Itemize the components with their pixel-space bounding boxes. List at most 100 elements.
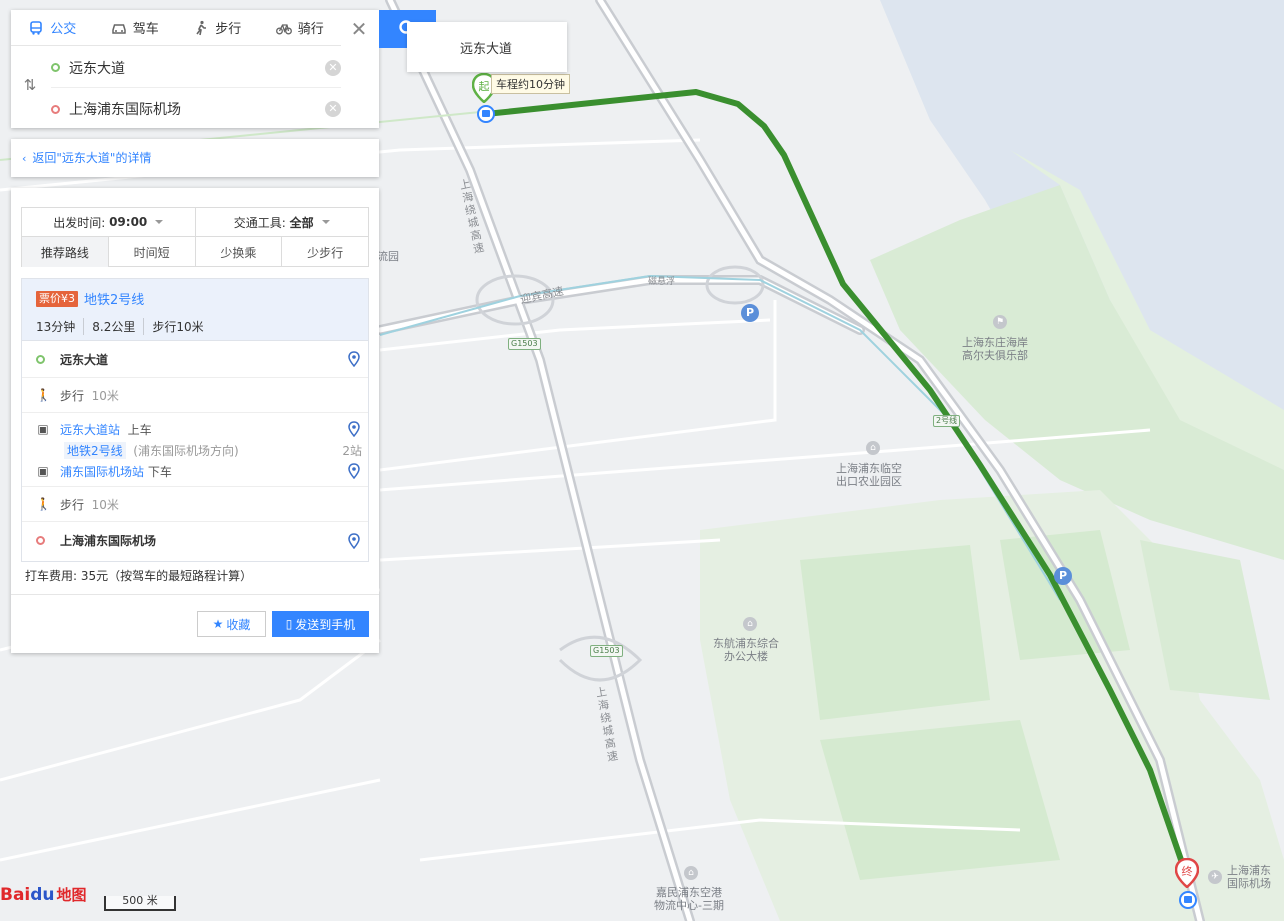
step-origin: 远东大道 xyxy=(22,341,368,378)
line-name: 地铁2号线 xyxy=(84,293,145,308)
swap-icon[interactable]: ⇅ xyxy=(21,76,39,94)
start-station-icon[interactable] xyxy=(477,105,495,123)
road-label: 磁悬浮 xyxy=(648,277,676,287)
line-tag[interactable]: 地铁2号线 xyxy=(64,441,126,459)
depart-label: 出发时间: xyxy=(53,215,106,230)
end-station-icon[interactable] xyxy=(1179,891,1197,909)
route-stats: 13分钟 8.2公里 步行10米 xyxy=(36,318,368,335)
office-poi-icon: ⌂ xyxy=(743,617,757,631)
sort-least-walking[interactable]: 少步行 xyxy=(281,237,368,267)
alight-station[interactable]: 浦东国际机场站 xyxy=(60,463,144,480)
walk-icon xyxy=(196,20,207,35)
tab-car[interactable]: 驾车 xyxy=(94,10,177,45)
logo-text: du xyxy=(30,885,55,905)
walk-icon: 🚶 xyxy=(36,497,51,511)
clear-start-icon[interactable]: ✕ xyxy=(325,59,341,76)
map-poi-label: 上海浦东临空 出口农业园区 xyxy=(836,462,902,488)
route-distance: 8.2公里 xyxy=(83,318,135,335)
sort-fewest-transfers[interactable]: 少换乘 xyxy=(194,237,282,267)
location-pin-icon[interactable] xyxy=(348,463,360,479)
send-to-phone-button[interactable]: ▯ 发送到手机 xyxy=(272,611,369,637)
end-input-row: ✕ xyxy=(51,89,341,129)
chevron-down-icon xyxy=(321,220,330,224)
chevron-down-icon xyxy=(155,220,164,224)
start-marker-text: 起 xyxy=(479,80,490,93)
transport-value: 全部 xyxy=(289,215,314,230)
walk-icon: 🚶 xyxy=(36,388,51,402)
parking-icon[interactable]: P xyxy=(1054,567,1072,585)
highway-shield: G1503 xyxy=(508,338,541,350)
board-action: 上车 xyxy=(127,422,152,437)
tab-label: 公交 xyxy=(50,22,77,37)
favorite-label: 收藏 xyxy=(226,617,251,632)
end-marker-text: 终 xyxy=(1182,864,1193,878)
baidu-map-logo: Bai du 地图 xyxy=(0,884,87,905)
bus-icon xyxy=(30,20,43,35)
phone-icon: ▯ xyxy=(285,617,293,631)
route-summary[interactable]: 票价¥3 地铁2号线 13分钟 8.2公里 步行10米 xyxy=(22,279,368,341)
logo-cn: 地图 xyxy=(56,886,87,904)
drive-time-tooltip: 车程约10分钟 xyxy=(491,74,570,94)
board-station[interactable]: 远东大道站 xyxy=(60,421,120,438)
map-poi-label: 东航浦东综合 办公大楼 xyxy=(713,637,779,663)
suggestion-item[interactable]: 远东大道 xyxy=(407,22,567,72)
route-walk: 步行10米 xyxy=(143,318,204,335)
walk-label: 步行 xyxy=(60,497,85,512)
step-walk-1: 🚶 步行 10米 xyxy=(22,378,368,413)
favorite-button[interactable]: ★ 收藏 xyxy=(197,611,266,637)
tab-bike[interactable]: 骑行 xyxy=(259,10,342,45)
logo-text: Bai xyxy=(0,885,31,905)
chevron-left-icon: ‹ xyxy=(22,152,27,165)
map-poi-label: 流园 xyxy=(377,250,399,263)
tab-label: 驾车 xyxy=(132,22,159,37)
location-pin-icon[interactable] xyxy=(348,421,360,437)
end-input[interactable] xyxy=(69,101,325,117)
route-result-panel: 出发时间: 09:00 交通工具: 全部 推荐路线 时间短 少换乘 少步行 票价… xyxy=(11,188,379,653)
parking-icon[interactable]: P xyxy=(741,304,759,322)
end-dot-icon xyxy=(51,104,60,114)
start-dot-icon xyxy=(51,63,60,72)
map-poi-label: 上海浦东 国际机场 xyxy=(1227,864,1271,890)
location-pin-icon[interactable] xyxy=(348,532,360,549)
start-input[interactable] xyxy=(69,59,325,76)
depart-value: 09:00 xyxy=(109,215,148,229)
location-pin-icon[interactable] xyxy=(348,351,360,367)
step-walk-2: 🚶 步行 10米 xyxy=(22,487,368,522)
alight-action: 下车 xyxy=(147,464,172,479)
destination-dot-icon xyxy=(36,536,45,545)
transport-select[interactable]: 交通工具: 全部 xyxy=(194,208,369,236)
tab-label: 骑行 xyxy=(297,22,324,37)
board-row: ▣ 远东大道站 上车 xyxy=(22,419,368,439)
agri-poi-icon: ⌂ xyxy=(866,441,880,455)
clear-end-icon[interactable]: ✕ xyxy=(325,101,341,117)
back-to-details-link[interactable]: ‹ 返回"远东大道"的详情 xyxy=(11,139,379,177)
bus-icon: ▣ xyxy=(37,422,49,436)
divider xyxy=(11,594,379,595)
step-destination: 上海浦东国际机场 xyxy=(22,522,368,559)
car-icon xyxy=(111,23,126,34)
stop-count: 2站 xyxy=(342,443,362,458)
transport-label: 交通工具: xyxy=(233,215,286,230)
send-label: 发送到手机 xyxy=(295,617,356,632)
taxi-fare-note: 打车费用: 35元（按驾车的最短路程计算） xyxy=(25,569,253,583)
tab-walk[interactable]: 步行 xyxy=(176,10,259,45)
origin-name: 远东大道 xyxy=(60,352,109,367)
highway-shield: G1503 xyxy=(590,645,623,657)
walk-distance: 10米 xyxy=(91,497,119,512)
sort-shortest-time[interactable]: 时间短 xyxy=(107,237,195,267)
bike-icon xyxy=(275,23,292,34)
route-search-box: 公交 驾车 步行 骑行 ✕ ⇅ ✕ ✕ xyxy=(11,10,379,128)
line-direction: (浦东国际机场方向) xyxy=(133,443,239,458)
depart-time-select[interactable]: 出发时间: 09:00 xyxy=(22,208,195,236)
star-icon: ★ xyxy=(212,617,224,631)
destination-name: 上海浦东国际机场 xyxy=(60,534,157,548)
close-icon[interactable]: ✕ xyxy=(347,17,371,41)
end-marker-icon[interactable]: 终 xyxy=(1175,858,1199,888)
back-link-label: 返回"远东大道"的详情 xyxy=(32,151,152,165)
alight-row: ▣ 浦东国际机场站 下车 xyxy=(22,461,368,481)
tab-bus[interactable]: 公交 xyxy=(11,10,94,45)
sort-recommended[interactable]: 推荐路线 xyxy=(22,237,108,267)
map-poi-label: 嘉民浦东空港 物流中心-三期 xyxy=(654,886,724,912)
route-filters: 出发时间: 09:00 交通工具: 全部 推荐路线 时间短 少换乘 少步行 xyxy=(21,207,369,267)
line-row: 地铁2号线 (浦东国际机场方向) 2站 xyxy=(50,441,368,459)
